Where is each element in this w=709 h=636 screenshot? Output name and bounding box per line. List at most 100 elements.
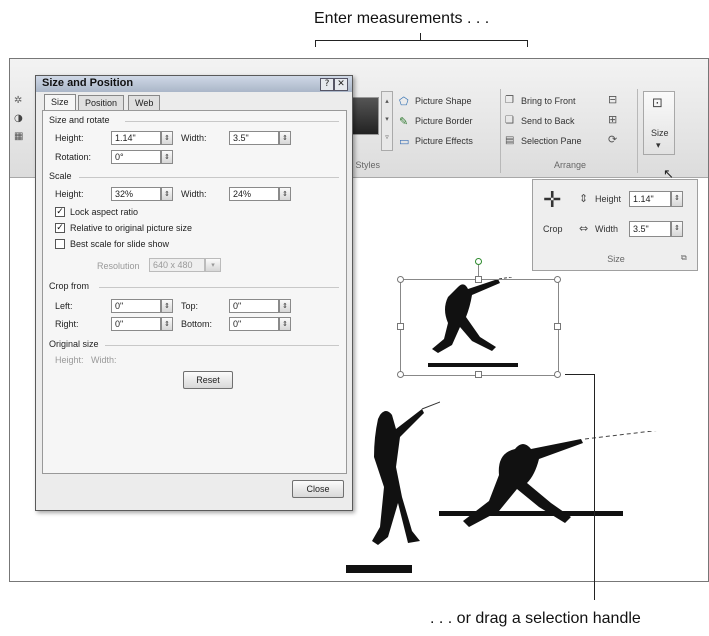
- tab-position[interactable]: Position: [78, 95, 125, 110]
- picture-shape-label: Picture Shape: [415, 96, 472, 106]
- shape-width-icon: ⇔: [579, 222, 589, 235]
- crop-from-heading: Crop from: [49, 281, 90, 291]
- scale-width-label: Width:: [181, 189, 207, 199]
- picture-effects-label: Picture Effects: [415, 136, 473, 146]
- size-pane: ✛ Crop ⇕ Height 1.14" ⇕ ⇔ Width 3.5" ⇕ S…: [532, 179, 698, 271]
- height-spinner[interactable]: ⇕: [161, 131, 173, 145]
- tab-web[interactable]: Web: [128, 95, 161, 110]
- selection-pane-icon: ▤: [505, 135, 515, 146]
- selection-handle-top-left[interactable]: [397, 276, 404, 283]
- shape-height-icon: ⇕: [579, 192, 589, 205]
- rotation-label: Rotation:: [55, 152, 92, 162]
- selection-handle-bottom[interactable]: [475, 371, 482, 378]
- shape-width-field[interactable]: 3.5": [629, 221, 671, 237]
- width-spinner[interactable]: ⇕: [279, 131, 291, 145]
- rotation-handle[interactable]: [475, 258, 482, 265]
- size-group-label: Size: [607, 254, 625, 264]
- lock-aspect-checkbox[interactable]: ✓: [55, 207, 65, 217]
- width-input[interactable]: 3.5": [229, 131, 279, 145]
- scale-width-spinner[interactable]: ⇕: [279, 187, 291, 201]
- scale-height-input[interactable]: 32%: [111, 187, 161, 201]
- selection-handle-top[interactable]: [475, 276, 482, 283]
- size-ribbon-button[interactable]: ⊡ Size ▾: [643, 91, 675, 155]
- rotate-icon[interactable]: ⟳: [608, 133, 617, 146]
- original-width-label: Width:: [91, 355, 117, 365]
- picture-styles-group-label: re Styles: [345, 160, 381, 170]
- width-label: Width:: [181, 133, 207, 143]
- size-rotate-heading: Size and rotate: [49, 115, 110, 125]
- contrast-icon[interactable]: ◑: [14, 113, 26, 125]
- crop-right-spinner[interactable]: ⇕: [161, 317, 173, 331]
- size-and-position-dialog: Size and Position ? ✕ Size Position Web …: [35, 75, 353, 511]
- bring-to-front-icon: ❐: [505, 95, 514, 106]
- bring-to-front-label: Bring to Front: [521, 96, 576, 106]
- crop-left-input[interactable]: 0": [111, 299, 161, 313]
- selection-handle-bottom-left[interactable]: [397, 371, 404, 378]
- picture-border-label: Picture Border: [415, 116, 473, 126]
- best-scale-label[interactable]: Best scale for slide show: [70, 239, 169, 249]
- shape-height-label: Height: [595, 194, 622, 204]
- close-button[interactable]: Close: [292, 480, 344, 498]
- resolution-dropdown-icon[interactable]: ▾: [205, 258, 221, 272]
- callout-bracket: [315, 40, 527, 41]
- scale-heading: Scale: [49, 171, 72, 181]
- send-to-back-label: Send to Back: [521, 116, 575, 126]
- arrange-group-label: Arrange: [553, 160, 587, 170]
- height-label: Height:: [55, 133, 84, 143]
- send-to-back-icon: ❏: [505, 115, 514, 126]
- shape-width-spinner[interactable]: ⇕: [671, 221, 683, 237]
- crop-left-label: Left:: [55, 301, 73, 311]
- crop-label[interactable]: Crop: [543, 224, 563, 234]
- resolution-label: Resolution: [97, 261, 140, 271]
- crop-left-spinner[interactable]: ⇕: [161, 299, 173, 313]
- reset-button[interactable]: Reset: [183, 371, 233, 389]
- crop-icon[interactable]: ✛: [543, 190, 561, 212]
- relative-original-label[interactable]: Relative to original picture size: [70, 223, 192, 233]
- selection-handle-bottom-right[interactable]: [554, 371, 561, 378]
- shape-height-spinner[interactable]: ⇕: [671, 191, 683, 207]
- dialog-titlebar[interactable]: Size and Position ? ✕: [36, 76, 352, 92]
- scale-height-spinner[interactable]: ⇕: [161, 187, 173, 201]
- gear-icon[interactable]: ✲: [14, 95, 26, 107]
- scale-width-input[interactable]: 24%: [229, 187, 279, 201]
- selection-pane-label: Selection Pane: [521, 136, 582, 146]
- size-button-label: Size: [651, 128, 669, 138]
- callout-drag-handle: . . . or drag a selection handle: [430, 610, 641, 627]
- powerpoint-window: ✲ ◑ ▦ ▴ ▾ ▿ ⬠ Picture Shape ✎ Picture Bord…: [9, 58, 709, 582]
- picture-shape-icon: ⬠: [399, 95, 409, 108]
- crop-right-input[interactable]: 0": [111, 317, 161, 331]
- crop-top-label: Top:: [181, 301, 199, 311]
- rotation-spinner[interactable]: ⇕: [161, 150, 173, 164]
- recolor-icon[interactable]: ▦: [14, 131, 26, 143]
- selection-box: [400, 279, 559, 376]
- resolution-select[interactable]: 640 x 480: [149, 258, 205, 272]
- scale-height-label: Height:: [55, 189, 84, 199]
- selection-handle-top-right[interactable]: [554, 276, 561, 283]
- shape-width-label: Width: [595, 224, 619, 234]
- crop-bottom-spinner[interactable]: ⇕: [279, 317, 291, 331]
- crop-top-input[interactable]: 0": [229, 299, 279, 313]
- selection-handle-left[interactable]: [397, 323, 404, 330]
- crop-bottom-label: Bottom:: [181, 319, 213, 329]
- original-height-label: Height:: [55, 355, 84, 365]
- group-icon[interactable]: ⊞: [608, 113, 617, 126]
- lock-aspect-label[interactable]: Lock aspect ratio: [70, 207, 138, 217]
- fencer-image-left[interactable]: [340, 399, 440, 575]
- dialog-launcher-icon[interactable]: ⧉: [681, 253, 687, 263]
- crop-right-label: Right:: [55, 319, 79, 329]
- height-input[interactable]: 1.14": [111, 131, 161, 145]
- tab-size[interactable]: Size: [44, 94, 76, 110]
- rotation-input[interactable]: 0°: [111, 150, 161, 164]
- crop-top-spinner[interactable]: ⇕: [279, 299, 291, 313]
- selection-handle-right[interactable]: [554, 323, 561, 330]
- align-icon[interactable]: ⊟: [608, 93, 617, 106]
- close-icon[interactable]: ✕: [334, 78, 348, 91]
- picture-effects-icon: ▭: [399, 135, 410, 148]
- relative-original-checkbox[interactable]: ✓: [55, 223, 65, 233]
- best-scale-checkbox[interactable]: [55, 239, 65, 249]
- help-icon[interactable]: ?: [320, 78, 334, 91]
- fencer-image-right[interactable]: [435, 431, 709, 531]
- gallery-scroll[interactable]: ▴ ▾ ▿: [381, 91, 393, 151]
- crop-bottom-input[interactable]: 0": [229, 317, 279, 331]
- shape-height-field[interactable]: 1.14": [629, 191, 671, 207]
